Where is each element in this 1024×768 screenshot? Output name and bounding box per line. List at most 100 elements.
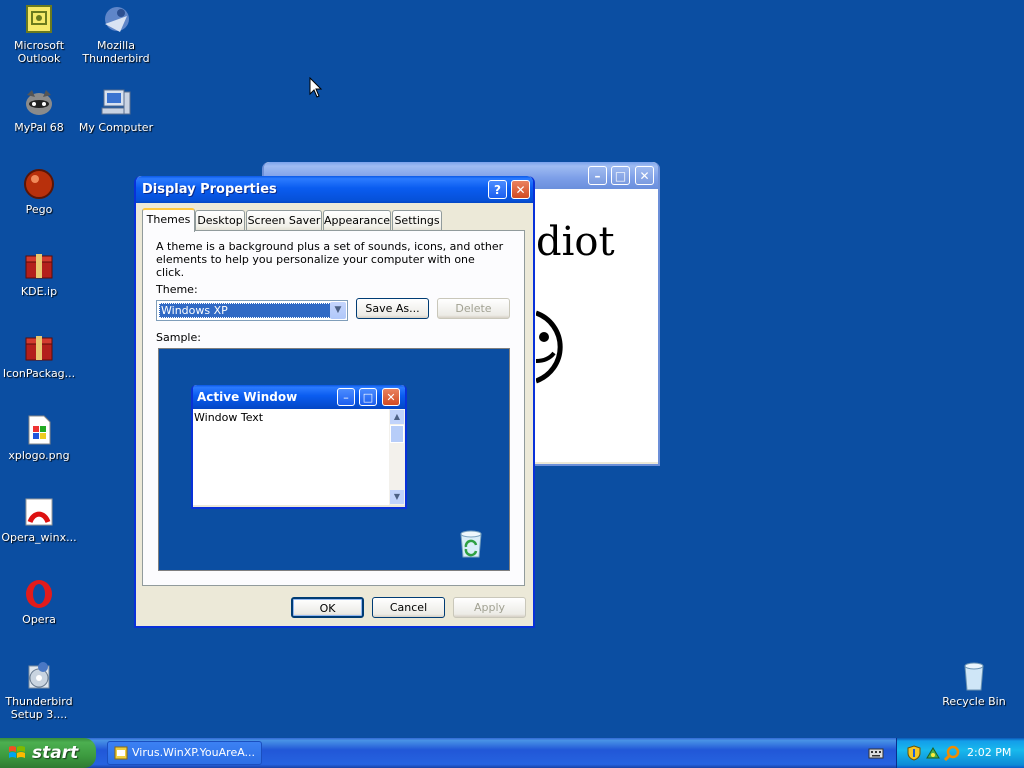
sample-window-title: Active Window [197,390,298,404]
image-file-icon [23,414,55,446]
desktop-icon-label: Pego [25,203,53,216]
desktop-icon-kde[interactable]: KDE.ip [0,250,78,298]
help-icon: ? [494,183,501,197]
desktop-icon-thunderbird-setup[interactable]: Thunderbird Setup 3.... [0,660,78,721]
smiley-face-icon [536,310,563,384]
system-tray: 2:02 PM [896,738,1024,768]
desktop-icon-label: KDE.ip [20,285,58,298]
minimize-button[interactable]: – [588,166,607,185]
scroll-down-icon: ▼ [390,490,404,504]
desktop-icon-label: Opera_winx... [1,531,77,544]
sample-scrollbar: ▲ ▼ [389,409,405,505]
tab-appearance[interactable]: Appearance [323,210,391,230]
opera-icon [23,578,55,610]
security-shield-icon[interactable] [906,745,922,761]
network-icon[interactable] [925,745,941,761]
tab-settings[interactable]: Settings [392,210,442,230]
save-as-button[interactable]: Save As... [356,298,429,319]
apply-button[interactable]: Apply [453,597,526,618]
cancel-button[interactable]: Cancel [372,597,445,618]
search-icon[interactable] [944,745,960,761]
installer-icon [23,496,55,528]
clock: 2:02 PM [967,746,1012,759]
desktop-icon-label: Opera [22,613,56,626]
archive-icon [23,332,55,364]
desktop-icon-label: Outlook [17,52,61,65]
chevron-down-icon[interactable]: ▼ [330,302,346,319]
ok-button[interactable]: OK [291,597,364,618]
theme-select-value: Windows XP [159,303,331,318]
desktop-icon-my-computer[interactable]: My Computer [77,86,155,134]
tab-themes[interactable]: Themes [142,208,195,232]
scroll-up-icon: ▲ [390,410,404,424]
tab-label: Appearance [324,214,391,227]
desktop-icon-label: Recycle Bin [942,695,1006,708]
desktop-icon-pego[interactable]: Pego [0,168,78,216]
desktop-icon-xplogo[interactable]: xplogo.png [0,414,78,462]
computer-icon [100,86,132,118]
keyboard-icon[interactable] [868,745,884,761]
setup-icon [23,660,55,692]
button-label: Delete [455,302,492,315]
close-icon: ✕ [382,388,400,406]
desktop-icon-iconpackager[interactable]: IconPackag... [0,332,78,380]
tab-label: Settings [394,214,440,227]
theme-description: A theme is a background plus a set of so… [156,240,504,279]
desktop-icon-opera[interactable]: Opera [0,578,78,626]
desktop-icon-outlook[interactable]: Microsoft Outlook [0,4,78,65]
maximize-button[interactable]: □ [611,166,630,185]
close-icon: ✕ [515,183,526,197]
mouse-cursor-icon [309,76,323,102]
desktop-icon-label: IconPackag... [2,367,76,380]
recycle-bin-icon [460,530,482,558]
tab-label: Screen Saver [247,214,321,227]
desktop-icon-label: Setup 3.... [10,708,68,721]
dialog-title: Display Properties [142,182,277,197]
close-icon: ✕ [639,169,650,183]
theme-select[interactable]: Windows XP ▼ [156,300,348,321]
desktop-icon-label: My Computer [78,121,154,134]
close-button[interactable]: ✕ [635,166,654,185]
tab-label: Desktop [197,214,243,227]
thunderbird-icon [100,4,132,36]
help-button[interactable]: ? [488,180,507,199]
delete-button[interactable]: Delete [437,298,510,319]
recycle-bin-icon [958,660,990,692]
tab-desktop[interactable]: Desktop [195,210,245,230]
taskbar-task-button[interactable]: Virus.WinXP.YouAreA... [107,741,262,765]
desktop-icon-mypal[interactable]: MyPal 68 [0,86,78,134]
maximize-icon: □ [359,388,377,406]
desktop-icon-label: MyPal 68 [14,121,64,134]
desktop-icon-label: Thunderbird [82,52,150,65]
raccoon-icon [23,86,55,118]
start-label: start [32,743,79,763]
sample-active-window: Active Window – □ ✕ Window Text ▲ ▼ [191,385,407,509]
minimize-icon: – [337,388,355,406]
start-button[interactable]: start [0,738,96,768]
desktop-icon-thunderbird[interactable]: Mozilla Thunderbird [77,4,155,65]
task-label: Virus.WinXP.YouAreA... [132,746,256,759]
scroll-thumb [390,425,404,443]
desktop-icon-label: xplogo.png [8,449,70,462]
desktop-icon-opera-installer[interactable]: Opera_winx... [0,496,78,544]
desktop-icon-label: Mozilla [97,39,135,52]
button-label: Save As... [365,302,420,315]
sample-window-body: Window Text [193,409,389,505]
outlook-icon [23,4,55,36]
tab-screen-saver[interactable]: Screen Saver [246,210,322,230]
button-label: Cancel [389,601,428,614]
close-button[interactable]: ✕ [511,180,530,199]
window-icon [114,746,128,760]
content-text: diot [536,219,615,265]
sample-window-text: Window Text [194,411,264,424]
pego-icon [23,168,55,200]
maximize-icon: □ [614,169,627,183]
sample-label: Sample: [156,331,201,344]
dialog-title-bar[interactable]: Display Properties [136,176,533,203]
desktop-icon-recycle-bin[interactable]: Recycle Bin [935,660,1013,708]
archive-icon [23,250,55,282]
windows-logo-icon [9,746,25,758]
theme-sample-preview: Active Window – □ ✕ Window Text ▲ ▼ [158,348,510,571]
tab-label: Themes [146,213,191,226]
button-label: OK [319,602,336,615]
